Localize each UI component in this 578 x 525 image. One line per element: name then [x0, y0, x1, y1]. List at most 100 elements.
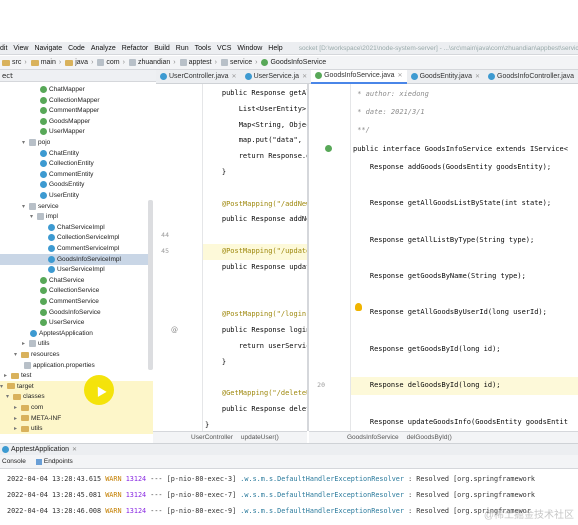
close-icon[interactable]: ✕ — [475, 73, 480, 80]
status-class[interactable]: GoodsInfoService — [347, 434, 399, 441]
lightbulb-icon[interactable] — [355, 303, 362, 311]
tree-item[interactable]: UserEntity — [0, 190, 153, 201]
code-line[interactable]: } — [205, 358, 226, 366]
tree-item[interactable]: ▾ service — [0, 201, 153, 212]
code-line[interactable]: map.put("data", — [205, 136, 306, 144]
tree-item[interactable]: CollectionMapper — [0, 95, 153, 106]
implementations-gutter-icon[interactable] — [325, 144, 332, 152]
status-class[interactable]: UserController — [191, 434, 233, 441]
code-line[interactable]: } — [205, 168, 226, 176]
chevron-right-icon[interactable]: ▸ — [14, 404, 21, 411]
code-line[interactable]: public Response login(@ — [205, 326, 307, 334]
tree-item[interactable]: CommentServiceImpl — [0, 243, 153, 254]
tree-item[interactable]: UserServiceImpl — [0, 264, 153, 275]
menu-item[interactable]: Tools — [195, 45, 211, 52]
chevron-down-icon[interactable]: ▾ — [14, 351, 21, 358]
chevron-right-icon[interactable]: ▸ — [14, 415, 21, 422]
code-line[interactable]: List<UserEntity> li — [205, 105, 307, 113]
tree-item[interactable]: CommentService — [0, 296, 153, 307]
chevron-down-icon[interactable]: ▾ — [0, 383, 7, 390]
tree-item[interactable]: ChatService — [0, 275, 153, 286]
code-line[interactable]: **/ — [353, 126, 370, 134]
menu-item[interactable]: dit — [0, 45, 7, 52]
status-method[interactable]: delGoodsById() — [407, 434, 452, 441]
tree-item[interactable]: ▸ META-INF — [0, 412, 153, 424]
run-config-label[interactable]: ApptestApplication — [11, 446, 69, 453]
log-line[interactable]: 2022-04-04 13:28:43.615 WARN 13124 --- [… — [7, 475, 539, 483]
code-line[interactable]: } — [205, 421, 209, 429]
close-icon[interactable]: ✕ — [398, 72, 403, 79]
close-icon[interactable]: ✕ — [72, 446, 77, 453]
tree-item[interactable]: UserMapper — [0, 126, 153, 137]
breadcrumb-item[interactable]: src › — [2, 59, 27, 66]
breadcrumb-item[interactable]: com › — [97, 59, 125, 66]
tree-item[interactable]: ChatEntity — [0, 148, 153, 159]
code-line[interactable]: Map<String, Object> — [205, 121, 307, 129]
code-line[interactable]: public Response deleteU — [205, 405, 307, 413]
tree-item[interactable]: ▾ classes — [0, 391, 153, 403]
log-line[interactable]: 2022-04-04 13:28:46.008 WARN 13124 --- [… — [7, 507, 535, 515]
code-line[interactable]: Response getAllGoodsListByState(int stat… — [353, 199, 551, 207]
chevron-down-icon[interactable]: ▾ — [30, 213, 37, 220]
editor-tab[interactable]: GoodsInfoService.java ✕ — [311, 69, 407, 84]
code-line[interactable]: Response addGoods(GoodsEntity goodsEntit… — [353, 163, 551, 171]
breadcrumb-item[interactable]: main › — [30, 59, 61, 66]
code-line[interactable]: return Response.ok( — [205, 152, 307, 160]
chevron-right-icon[interactable]: ▸ — [14, 425, 21, 432]
code-line[interactable]: return userService. — [205, 342, 307, 350]
tree-item[interactable]: ChatServiceImpl — [0, 222, 153, 233]
menu-item[interactable]: Code — [68, 45, 85, 52]
editor-tab[interactable]: GoodsEntity.java ✕ — [407, 70, 484, 84]
breadcrumb-item[interactable]: zhuandian › — [128, 59, 176, 66]
tree-item[interactable]: application.properties — [0, 360, 153, 371]
menu-item[interactable]: Window — [237, 45, 262, 52]
code-line[interactable]: Response getAllListByType(String type); — [353, 236, 534, 244]
menu-item[interactable]: VCS — [217, 45, 231, 52]
right-editor-code[interactable]: * author: xiedong * date: 2021/3/1 **/ pu… — [351, 84, 578, 431]
menu-item[interactable]: Help — [268, 45, 282, 52]
left-editor-code[interactable]: public Response getAll List<UserEntity> … — [203, 84, 307, 431]
editor-tab[interactable]: GoodsInfoController.java✕ — [484, 70, 578, 84]
tree-item[interactable]: ▸ utils — [0, 338, 153, 349]
menu-item[interactable]: Refactor — [122, 45, 148, 52]
status-method[interactable]: updateUser() — [241, 434, 279, 441]
tree-item[interactable]: CollectionEntity — [0, 158, 153, 169]
code-line[interactable]: * date: 2021/3/1 — [353, 108, 424, 116]
tree-item[interactable]: ▸ com — [0, 402, 153, 413]
breadcrumb-item[interactable]: apptest › — [179, 59, 217, 66]
menu-item[interactable]: Build — [154, 45, 170, 52]
log-line[interactable]: 2022-04-04 13:28:45.081 WARN 13124 --- [… — [7, 491, 539, 499]
tree-item[interactable]: ▸ utils — [0, 423, 153, 435]
chevron-right-icon[interactable]: ▸ — [22, 340, 29, 347]
code-line[interactable]: * author: xiedong — [353, 90, 429, 98]
code-line[interactable]: Response getAllGoodsByUserId(long userId… — [353, 308, 547, 316]
code-line[interactable]: Response getGoodsById(long id); — [353, 345, 501, 353]
chevron-down-icon[interactable]: ▾ — [6, 393, 13, 400]
tree-item[interactable]: ApptestApplication — [0, 328, 153, 339]
code-line[interactable]: @PostMapping("/updateUs — [205, 247, 307, 255]
close-icon[interactable]: ✕ — [232, 73, 237, 80]
tree-item[interactable]: ▾ target — [0, 380, 153, 392]
code-line[interactable]: public interface GoodsInfoService extend… — [353, 145, 568, 153]
code-line[interactable]: @PostMapping("/login") — [205, 310, 307, 318]
close-icon[interactable]: ✕ — [302, 73, 307, 80]
menu-item[interactable]: Analyze — [91, 45, 116, 52]
menu-item[interactable]: View — [13, 45, 28, 52]
console-tab[interactable]: Console — [2, 458, 26, 465]
code-line[interactable]: public Response addNewU — [205, 215, 307, 223]
tree-item[interactable]: CollectionServiceImpl — [0, 232, 153, 243]
tree-item[interactable]: UserService — [0, 317, 153, 328]
tree-item[interactable]: ▾ impl — [0, 211, 153, 222]
chevron-down-icon[interactable]: ▾ — [22, 139, 29, 146]
tree-item[interactable]: GoodsInfoServiceImpl — [0, 253, 153, 265]
code-line[interactable]: public Response getAll — [205, 89, 307, 97]
project-panel-header[interactable]: ect — [0, 70, 156, 82]
code-line[interactable]: Response updateGoodsInfo(GoodsEntity goo… — [353, 418, 568, 426]
tree-item[interactable]: CommentEntity — [0, 169, 153, 180]
code-line[interactable]: Response getGoodsByName(String type); — [353, 272, 526, 280]
chevron-down-icon[interactable]: ▾ — [22, 203, 29, 210]
code-line[interactable]: @GetMapping("/deleteUse — [205, 389, 307, 397]
endpoints-tab[interactable]: Endpoints — [44, 458, 73, 465]
tree-item[interactable]: ▸ test — [0, 370, 153, 381]
tree-item[interactable]: CollectionService — [0, 285, 153, 296]
